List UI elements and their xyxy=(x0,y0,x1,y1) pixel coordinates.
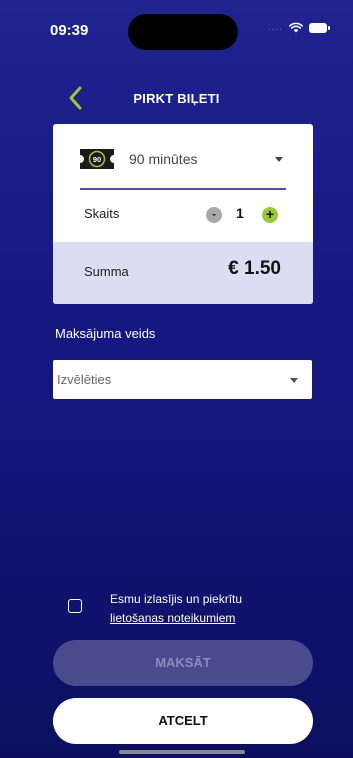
chevron-down-icon xyxy=(290,378,298,383)
count-value: 1 xyxy=(236,205,244,221)
signal-icon: .... xyxy=(267,22,283,33)
decrement-button[interactable]: - xyxy=(206,207,222,223)
svg-text:90: 90 xyxy=(93,155,101,164)
terms-label: Esmu izlasījis un piekrītu xyxy=(110,592,243,606)
payment-method-select[interactable]: Izvēlēties xyxy=(53,360,312,399)
sum-value: € 1.50 xyxy=(228,258,281,279)
ticket-type-label: 90 minūtes xyxy=(129,151,198,167)
divider xyxy=(80,188,286,190)
increment-button[interactable]: + xyxy=(262,207,278,223)
payment-method-value: Izvēlēties xyxy=(57,372,112,387)
payment-method-label: Maksājuma veids xyxy=(55,326,156,341)
sum-label: Summa xyxy=(84,264,129,279)
app-screen: 09:39 .... PIRKT BIĻETI 90 90 minūtes Sk… xyxy=(0,0,353,758)
sum-section: Summa € 1.50 xyxy=(53,242,313,304)
status-time: 09:39 xyxy=(50,22,89,39)
ticket-card: 90 90 minūtes Skaits - 1 + Summa € 1.50 xyxy=(53,124,313,304)
terms-link[interactable]: lietošanas noteikumiem xyxy=(110,609,242,628)
ticket-90-icon: 90 xyxy=(80,149,114,169)
home-indicator xyxy=(119,750,245,754)
terms-text: Esmu izlasījis un piekrītu lietošanas no… xyxy=(110,590,242,628)
status-icons: .... xyxy=(267,22,330,33)
ticket-type-select[interactable]: 90 90 minūtes xyxy=(53,124,313,192)
count-label: Skaits xyxy=(84,206,120,221)
cancel-button[interactable]: ATCELT xyxy=(53,698,313,744)
battery-icon xyxy=(309,22,330,33)
wifi-icon xyxy=(289,22,303,33)
page-title: PIRKT BIĻETI xyxy=(133,91,220,106)
chevron-down-icon xyxy=(275,157,283,162)
terms-checkbox[interactable] xyxy=(68,599,82,613)
dynamic-island xyxy=(128,14,238,50)
pay-button[interactable]: MAKSĀT xyxy=(53,640,313,686)
